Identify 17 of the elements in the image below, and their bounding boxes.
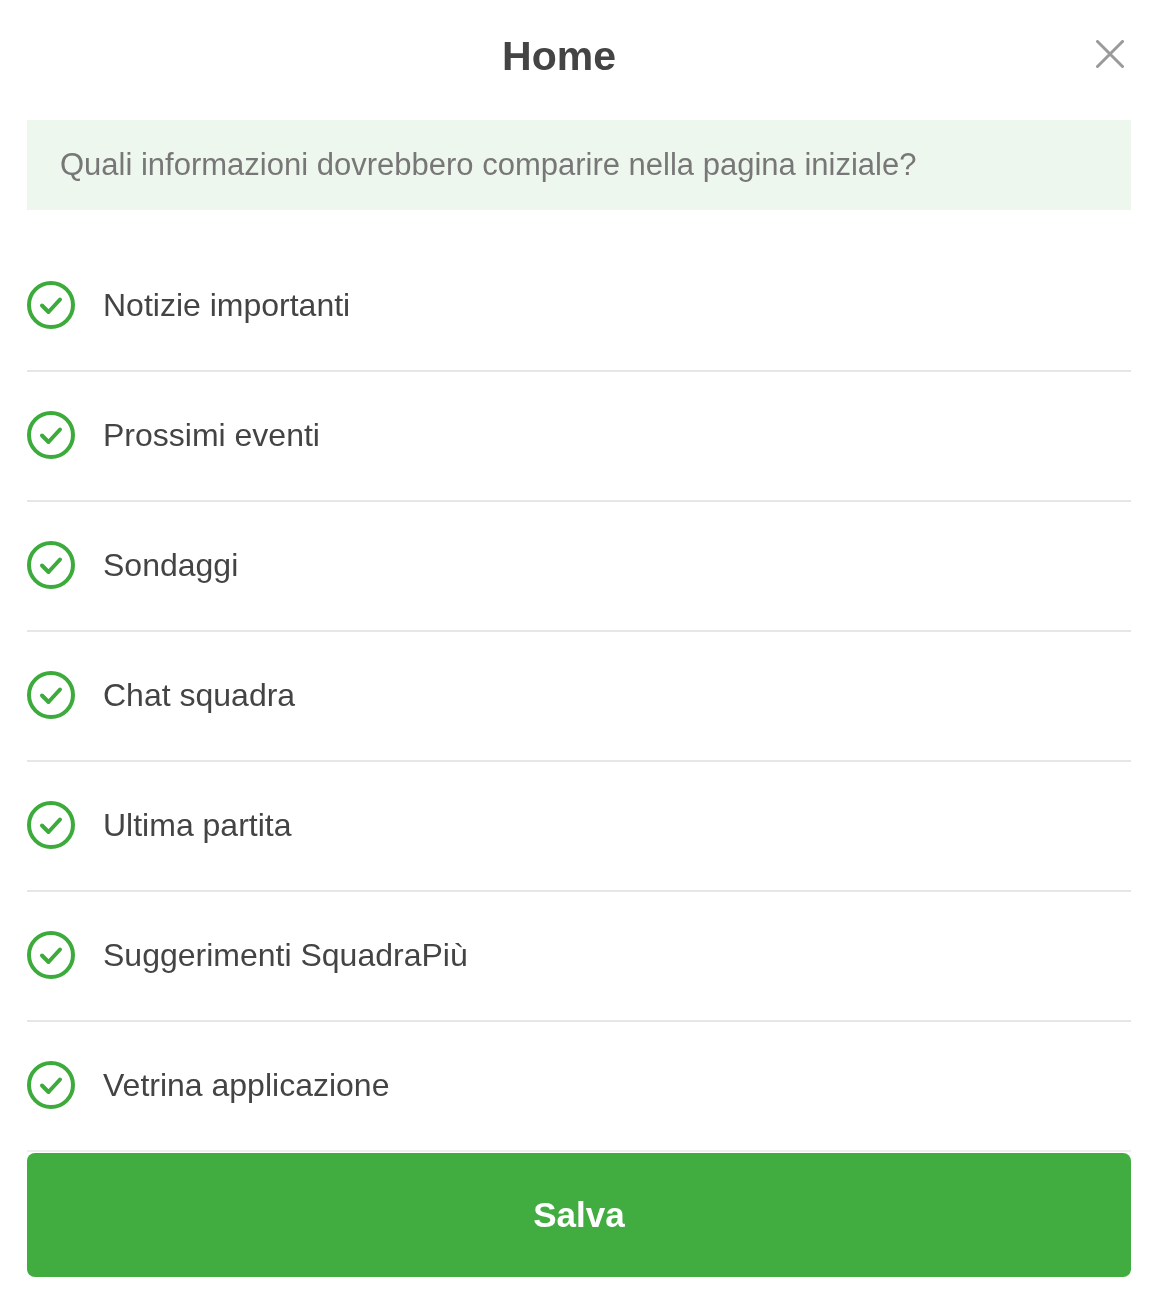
option-label[interactable]: Notizie importanti (103, 286, 351, 324)
option-label[interactable]: Ultima partita (103, 806, 292, 844)
checkmark-circle-icon[interactable] (27, 1061, 75, 1109)
checkmark-circle-icon[interactable] (27, 541, 75, 589)
option-label[interactable]: Vetrina applicazione (103, 1066, 390, 1104)
dialog-title: Home (502, 31, 616, 80)
option-label[interactable]: Prossimi eventi (103, 416, 320, 454)
checkmark-circle-icon[interactable] (27, 931, 75, 979)
option-label[interactable]: Sondaggi (103, 546, 239, 584)
prompt-text: Quali informazioni dovrebbero comparire nella pagina iniziale? (60, 147, 917, 183)
checkmark-circle-icon[interactable] (27, 801, 75, 849)
checkmark-circle-icon[interactable] (27, 411, 75, 459)
checkmark-circle-icon[interactable] (27, 281, 75, 329)
close-icon[interactable] (1096, 40, 1124, 68)
option-label[interactable]: Suggerimenti SquadraPiù (103, 936, 468, 974)
checkmark-circle-icon[interactable] (27, 671, 75, 719)
option-label[interactable]: Chat squadra (103, 676, 296, 714)
